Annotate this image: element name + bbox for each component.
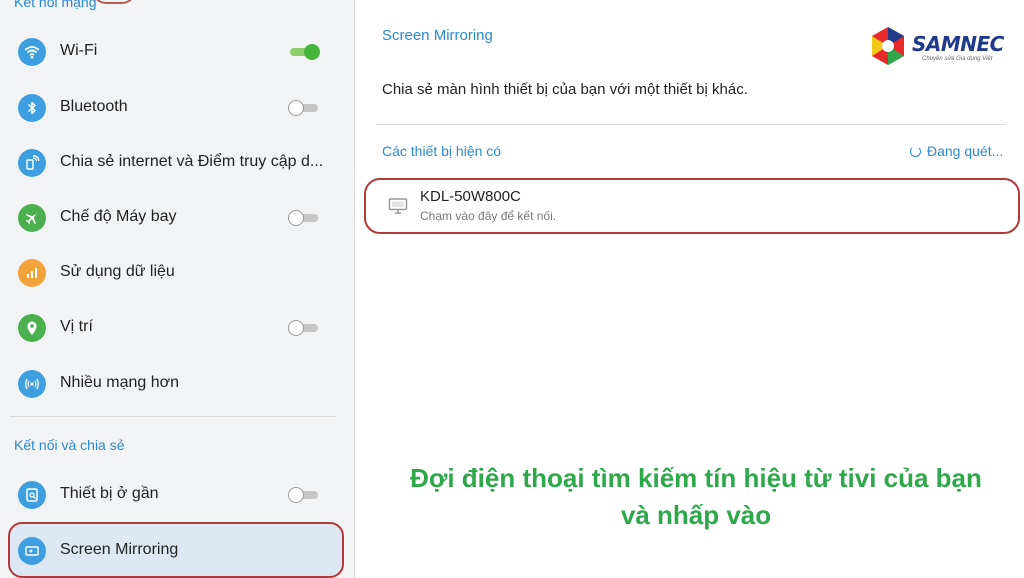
available-devices-header: Các thiết bị hiện có: [382, 143, 502, 159]
device-name: KDL-50W800C: [420, 188, 521, 205]
bluetooth-toggle[interactable]: [288, 100, 320, 116]
airplane-mode-toggle[interactable]: [288, 210, 320, 226]
bluetooth-icon: [18, 94, 46, 122]
wifi-toggle[interactable]: [288, 44, 320, 60]
sidebar-item-location[interactable]: Vị trí: [0, 304, 354, 352]
location-toggle[interactable]: [288, 320, 320, 336]
sidebar-item-label: Vị trí: [60, 318, 93, 335]
page-title: Screen Mirroring: [382, 27, 493, 44]
sidebar-item-label: Screen Mirroring: [60, 541, 179, 558]
sidebar-item-label: Chế độ Máy bay: [60, 208, 177, 225]
monitor-icon: [388, 198, 408, 214]
sidebar-item-wifi[interactable]: Wi-Fi: [0, 28, 354, 76]
sidebar-item-screen-mirroring[interactable]: Screen Mirroring: [0, 527, 354, 575]
sidebar-item-more-networks[interactable]: Nhiều mạng hơn: [0, 360, 354, 408]
device-list-item[interactable]: KDL-50W800C Chạm vào đây để kết nối.: [364, 178, 1020, 234]
page-description: Chia sẻ màn hình thiết bị của bạn với mộ…: [382, 81, 748, 98]
airplane-icon: [18, 204, 46, 232]
section-divider: [10, 416, 336, 417]
sidebar-item-label: Thiết bị ở gần: [60, 485, 159, 502]
sidebar-item-data-usage[interactable]: Sử dụng dữ liệu: [0, 249, 354, 297]
sidebar-item-bluetooth[interactable]: Bluetooth: [0, 84, 354, 132]
sidebar-item-nearby-device[interactable]: Thiết bị ở gần: [0, 471, 354, 519]
scanning-status: Đang quét...: [910, 143, 1003, 159]
sidebar-item-label: Wi-Fi: [60, 42, 98, 59]
wifi-icon: [18, 38, 46, 66]
section-header-connect-share: Kết nối và chia sẻ: [14, 437, 125, 453]
screen-mirroring-icon: [18, 537, 46, 565]
hotspot-icon: [18, 149, 46, 177]
settings-sidebar: Kết nối mạng Wi-Fi Bluetooth Chia sẻ int…: [0, 0, 355, 578]
annotation-circle-top: [92, 0, 136, 4]
sidebar-item-label: Nhiều mạng hơn: [60, 374, 180, 391]
nearby-device-toggle[interactable]: [288, 487, 320, 503]
device-subtitle: Chạm vào đây để kết nối.: [420, 209, 557, 223]
location-icon: [18, 314, 46, 342]
more-networks-icon: [18, 370, 46, 398]
section-header-network: Kết nối mạng: [14, 0, 97, 10]
sidebar-item-label: Bluetooth: [60, 98, 128, 115]
data-usage-icon: [18, 259, 46, 287]
sidebar-item-label: Chia sẻ internet và Điểm truy cập d...: [60, 153, 324, 170]
sidebar-item-airplane-mode[interactable]: Chế độ Máy bay: [0, 194, 354, 242]
instruction-caption: Đợi điện thoại tìm kiếm tín hiệu từ tivi…: [410, 463, 982, 530]
content-divider: [376, 124, 1006, 125]
refresh-spinner-icon: [910, 145, 921, 157]
sidebar-item-label: Sử dụng dữ liệu: [60, 263, 175, 280]
samnec-logo: SAMNEC Chuyên sửa Gia dụng Việt: [868, 24, 1004, 68]
screen-mirroring-panel: Screen Mirroring SAMNEC Chuyên sửa Gia d…: [356, 0, 1024, 578]
sidebar-item-hotspot[interactable]: Chia sẻ internet và Điểm truy cập d...: [0, 139, 354, 187]
nearby-device-icon: [18, 481, 46, 509]
